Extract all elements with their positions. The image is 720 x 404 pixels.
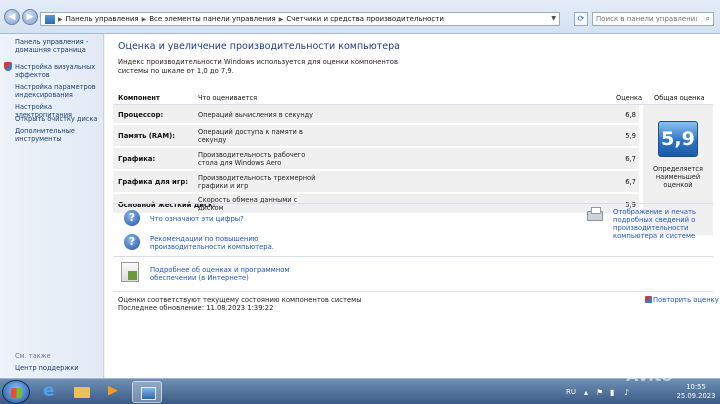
report-icon [121,262,139,282]
table-bottom-divider [113,203,713,204]
row-rated: Скорость обмена данными с диском [198,196,298,212]
chevron-right-icon[interactable]: ▶ [279,16,284,23]
language-indicator[interactable]: RU [566,388,576,396]
address-bar: ◀ ▶ ▶ Панель управления ▶ Все элементы п… [0,0,720,34]
row-score: 6,7 [625,155,636,163]
print-details-link[interactable]: Отображение и печать подробных сведений … [613,208,717,240]
help-icon: ? [124,234,140,250]
printer-icon [587,207,603,221]
sidebar-item-advanced-tools[interactable]: Дополнительные инструменты [15,127,101,143]
base-score-badge: 5,9 [658,121,698,157]
row-component: Графика для игр: [118,178,188,186]
intro-text: Индекс производительности Windows исполь… [118,58,398,75]
row-component: Процессор: [118,111,164,119]
header-base-score: Общая оценка [654,94,705,102]
status-divider [113,291,713,292]
details-online-link[interactable]: Подробнее об оценках и программном обесп… [150,266,300,282]
status-text: Оценки соответствуют текущему состоянию … [118,296,362,304]
header-score: Оценка [616,94,643,102]
row-component: Память (RAM): [118,132,175,140]
action-center-link[interactable]: Центр поддержки [15,364,101,372]
row-rated: Производительность трехмерной графики и … [198,174,316,190]
search-icon[interactable]: ⌕ [706,14,710,24]
breadcrumb[interactable]: ▶ Панель управления ▶ Все элементы панел… [40,12,560,26]
back-button[interactable]: ◀ [4,9,20,25]
table-header: Компонент Что оценивается Оценка Общая о… [113,92,713,104]
help-icon: ? [124,210,140,226]
table-row: Графика для игр: Производительность трех… [113,171,639,193]
header-component: Компонент [118,94,160,102]
sidebar-item-indexing[interactable]: Настройка параметров индексирования [15,83,101,99]
chevron-right-icon[interactable]: ▶ [58,16,63,23]
start-button[interactable] [2,380,30,404]
table-row: Память (RAM): Операций доступа к памяти … [113,125,639,147]
table-row: Графика: Производительность рабочего сто… [113,148,639,170]
control-panel-taskbar-icon[interactable] [132,381,162,403]
row-rated: Операций вычисления в секунду [198,111,314,119]
taskbar: RU ▴ ⚑ ▮ ♪ 10:55 25.09.2023 [0,378,720,404]
clock-time: 10:55 [686,383,706,391]
main-content: Оценка и увеличение производительности к… [105,34,720,378]
row-component: Графика: [118,155,156,163]
breadcrumb-all-items[interactable]: Все элементы панели управления [149,15,276,23]
forward-button[interactable]: ▶ [22,9,38,25]
breadcrumb-performance[interactable]: Счетчики и средства производительности [286,15,444,23]
search-box[interactable]: ⌕ [592,12,714,26]
shield-icon [4,62,12,71]
links-divider [113,256,713,257]
folder-icon[interactable] [68,381,96,403]
chevron-right-icon[interactable]: ▶ [142,16,147,23]
control-panel-icon [45,14,55,24]
row-score: 6,8 [625,111,636,119]
recommendations-link[interactable]: Рекомендации по повышению производительн… [150,235,280,251]
row-score: 6,7 [625,178,636,186]
row-rated: Операций доступа к памяти в секунду [198,128,303,144]
base-score-note: Определяется наименьшей оценкой [652,165,704,189]
chevron-down-icon[interactable]: ▼ [551,15,556,22]
see-also-label: См. также [15,352,51,360]
chevron-up-icon[interactable]: ▴ [584,388,588,397]
watermark: Avito [626,366,673,385]
rerun-assessment-link[interactable]: Повторить оценку [653,296,719,304]
what-numbers-link[interactable]: Что означают эти цифры? [150,215,350,223]
breadcrumb-control-panel[interactable]: Панель управления [66,15,139,23]
row-rated: Производительность рабочего стола для Wi… [198,151,306,167]
search-input[interactable] [593,13,697,25]
flag-icon[interactable]: ⚑ [596,388,603,397]
sidebar-item-disk-cleanup[interactable]: Открыть очистку диска [15,115,101,123]
internet-explorer-icon[interactable] [36,381,64,403]
page-title: Оценка и увеличение производительности к… [118,41,401,52]
table-row: Основной жесткий диск: Скорость обмена д… [113,194,639,214]
table-row: Процессор: Операций вычисления в секунду… [113,105,639,124]
clock[interactable]: 10:55 25.09.2023 [676,383,716,401]
control-panel-home-link[interactable]: Панель управления - домашняя страница [15,38,101,54]
last-update-text: Последнее обновление: 11.08.2023 1:39:22 [118,304,274,312]
header-rated: Что оценивается [198,94,258,102]
shield-icon [645,296,652,303]
clock-date: 25.09.2023 [676,392,716,400]
network-icon[interactable]: ▮ [610,388,614,397]
media-player-icon[interactable] [100,381,128,403]
refresh-button[interactable]: ⟳ [574,12,588,26]
volume-icon[interactable]: ♪ [624,388,629,397]
left-pane: Панель управления - домашняя страница На… [0,34,104,378]
row-score: 5,9 [625,132,636,140]
sidebar-item-visual-effects[interactable]: Настройка визуальных эффектов [15,63,101,79]
